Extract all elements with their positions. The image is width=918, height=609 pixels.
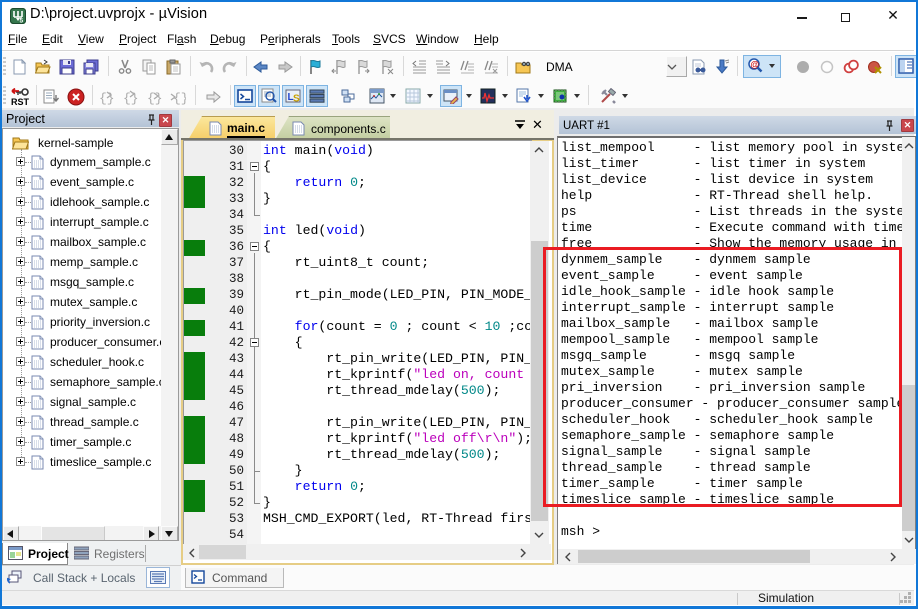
svg-text:S: S <box>293 94 300 105</box>
svg-text:RST: RST <box>11 97 30 106</box>
svg-text:{}: {} <box>123 91 138 105</box>
svg-text:{}: {} <box>173 91 186 105</box>
svg-text:{}: {} <box>99 91 114 105</box>
svg-text:@: @ <box>750 60 759 70</box>
svg-text:5: 5 <box>20 18 24 25</box>
